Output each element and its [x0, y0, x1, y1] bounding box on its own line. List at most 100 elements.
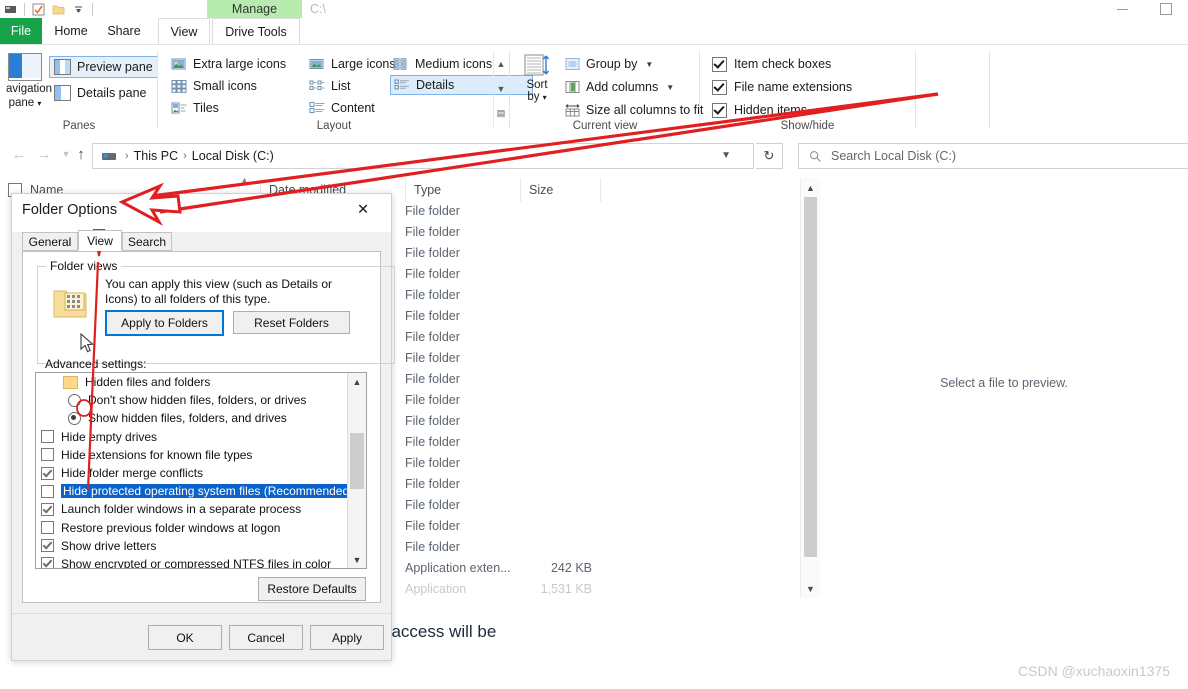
layout-extra-large-icons-label: Extra large icons: [193, 57, 287, 71]
radio-show-hidden[interactable]: [68, 411, 81, 425]
explorer-icon[interactable]: [4, 3, 17, 16]
tab-home[interactable]: Home: [48, 18, 94, 44]
radio-dont-show-hidden[interactable]: [68, 393, 81, 407]
tab-general[interactable]: General: [22, 232, 78, 251]
maximize-icon: [1160, 3, 1172, 15]
layout-extra-large-icons[interactable]: Extra large icons: [168, 54, 289, 74]
contextual-tab-manage[interactable]: Manage: [207, 0, 302, 18]
column-header-size[interactable]: Size: [520, 178, 600, 202]
list-item[interactable]: Show drive letters: [36, 537, 348, 555]
list-item[interactable]: Launch folder windows in a separate proc…: [36, 500, 348, 518]
column-header-type[interactable]: Type: [405, 178, 520, 202]
list-item[interactable]: Show encrypted or compressed NTFS files …: [36, 555, 348, 568]
layout-content[interactable]: Content: [306, 98, 378, 118]
restore-defaults-button[interactable]: Restore Defaults: [258, 577, 366, 601]
checkbox-hide-empty-drives[interactable]: [41, 430, 54, 444]
item-check-boxes-checkbox[interactable]: [712, 56, 727, 72]
add-columns-button[interactable]: Add columns ▼: [565, 77, 674, 97]
content-icon: [309, 102, 325, 113]
list-item[interactable]: Restore previous folder windows at logon: [36, 519, 348, 537]
ribbon-tab-strip: File Home Share View Drive Tools: [0, 18, 1188, 45]
checkbox-hide-merge-conflicts[interactable]: [41, 466, 54, 480]
layout-tiles[interactable]: Tiles: [168, 98, 222, 118]
refresh-icon: ↻: [763, 148, 775, 163]
checkbox-hide-extensions[interactable]: [41, 448, 54, 462]
cancel-button[interactable]: Cancel: [229, 625, 303, 650]
tab-view[interactable]: View: [158, 18, 210, 45]
tab-file[interactable]: File: [0, 18, 42, 44]
advanced-settings-items[interactable]: Hidden files and folders Don't show hidd…: [36, 373, 348, 568]
layout-scroll-up-icon[interactable]: ▲: [494, 51, 508, 76]
list-item[interactable]: Hidden files and folders: [36, 373, 348, 391]
file-type-cell: File folder: [405, 540, 460, 554]
file-name-extensions-option[interactable]: File name extensions: [712, 77, 852, 97]
list-item[interactable]: Hide empty drives: [36, 428, 348, 446]
layout-scroll-down-icon[interactable]: ▼: [494, 76, 508, 101]
layout-list[interactable]: List: [306, 76, 353, 96]
dialog-title: Folder Options: [22, 202, 118, 218]
checkbox-launch-separate-process[interactable]: [41, 502, 54, 516]
layout-large-icons[interactable]: Large icons: [306, 54, 399, 74]
breadcrumb-separator-0: ›: [125, 150, 129, 162]
file-name-extensions-checkbox[interactable]: [712, 79, 727, 95]
group-by-button[interactable]: Group by ▼: [565, 54, 653, 74]
advanced-scrollbar-thumb[interactable]: [350, 433, 364, 489]
search-placeholder: Search Local Disk (C:): [831, 149, 957, 163]
search-box[interactable]: Search Local Disk (C:): [798, 143, 1188, 169]
new-folder-icon[interactable]: [52, 3, 65, 16]
advanced-scroll-up-icon[interactable]: ▲: [348, 373, 366, 390]
tab-view-dialog[interactable]: View: [78, 230, 122, 251]
sort-by-button[interactable]: Sort by ▾: [516, 53, 558, 104]
scroll-down-icon[interactable]: ▼: [801, 579, 820, 598]
maximize-button[interactable]: [1144, 0, 1188, 18]
breadcrumb-separator-1: ›: [183, 150, 187, 162]
list-item[interactable]: Hide folder merge conflicts: [36, 464, 348, 482]
details-pane-button[interactable]: Details pane: [50, 83, 151, 103]
checkbox-hide-protected-os-files[interactable]: [41, 484, 54, 498]
item-check-boxes-option[interactable]: Item check boxes: [712, 54, 831, 74]
back-button[interactable]: ←: [8, 143, 30, 165]
tab-drive-tools[interactable]: Drive Tools: [212, 18, 300, 45]
list-item-selected[interactable]: Hide protected operating system files (R…: [36, 482, 348, 500]
properties-check-icon[interactable]: [32, 3, 45, 16]
file-list-scrollbar[interactable]: ▲ ▼: [800, 178, 820, 598]
preview-pane-button[interactable]: Preview pane: [49, 56, 158, 78]
layout-small-icons[interactable]: Small icons: [168, 76, 260, 96]
breadcrumb-this-pc[interactable]: This PC: [131, 149, 181, 163]
tab-share[interactable]: Share: [100, 18, 148, 44]
close-button[interactable]: ✕: [347, 194, 391, 226]
breadcrumb-local-disk[interactable]: Local Disk (C:): [189, 149, 277, 163]
address-dropdown-icon[interactable]: ▼: [721, 150, 731, 161]
advanced-scroll-down-icon[interactable]: ▼: [348, 551, 366, 568]
tab-search[interactable]: Search: [122, 232, 172, 251]
navigation-pane-button[interactable]: avigation pane ▾: [6, 53, 52, 109]
reset-folders-button[interactable]: Reset Folders: [233, 311, 350, 334]
list-item[interactable]: Don't show hidden files, folders, or dri…: [36, 391, 348, 409]
checkbox-restore-previous-windows[interactable]: [41, 521, 54, 535]
hidden-items-checkbox[interactable]: [712, 102, 727, 118]
minimize-button[interactable]: [1100, 0, 1144, 18]
scrollbar-thumb[interactable]: [804, 197, 817, 557]
forward-button[interactable]: →: [33, 143, 55, 165]
up-button[interactable]: ↑: [70, 143, 92, 165]
apply-button[interactable]: Apply: [310, 625, 384, 650]
advanced-settings-list[interactable]: Hidden files and folders Don't show hidd…: [35, 372, 367, 569]
refresh-button[interactable]: ↻: [756, 143, 783, 169]
address-bar[interactable]: › This PC › Local Disk (C:) ▼: [92, 143, 754, 169]
scroll-up-icon[interactable]: ▲: [801, 178, 820, 197]
apply-to-folders-button[interactable]: Apply to Folders: [105, 310, 224, 336]
hidden-items-option[interactable]: Hidden items: [712, 100, 807, 120]
customize-qat-chevron-icon[interactable]: [72, 3, 85, 16]
advanced-item-label: Hide empty drives: [61, 429, 158, 444]
file-type-cell: File folder: [405, 477, 460, 491]
ok-button[interactable]: OK: [148, 625, 222, 650]
folder-options-dialog[interactable]: Folder Options ✕ General View Search Fol…: [11, 193, 395, 661]
list-item[interactable]: Hide extensions for known file types: [36, 446, 348, 464]
layout-gallery-scrollbar[interactable]: ▲ ▼ ▤: [493, 51, 508, 127]
layout-medium-icons[interactable]: Medium icons: [390, 54, 495, 74]
size-all-columns-button[interactable]: Size all columns to fit: [565, 100, 703, 120]
checkbox-show-encrypted-color[interactable]: [41, 557, 54, 568]
checkbox-show-drive-letters[interactable]: [41, 539, 54, 553]
list-item[interactable]: Show hidden files, folders, and drives: [36, 409, 348, 427]
advanced-settings-scrollbar[interactable]: ▲ ▼: [347, 373, 366, 568]
